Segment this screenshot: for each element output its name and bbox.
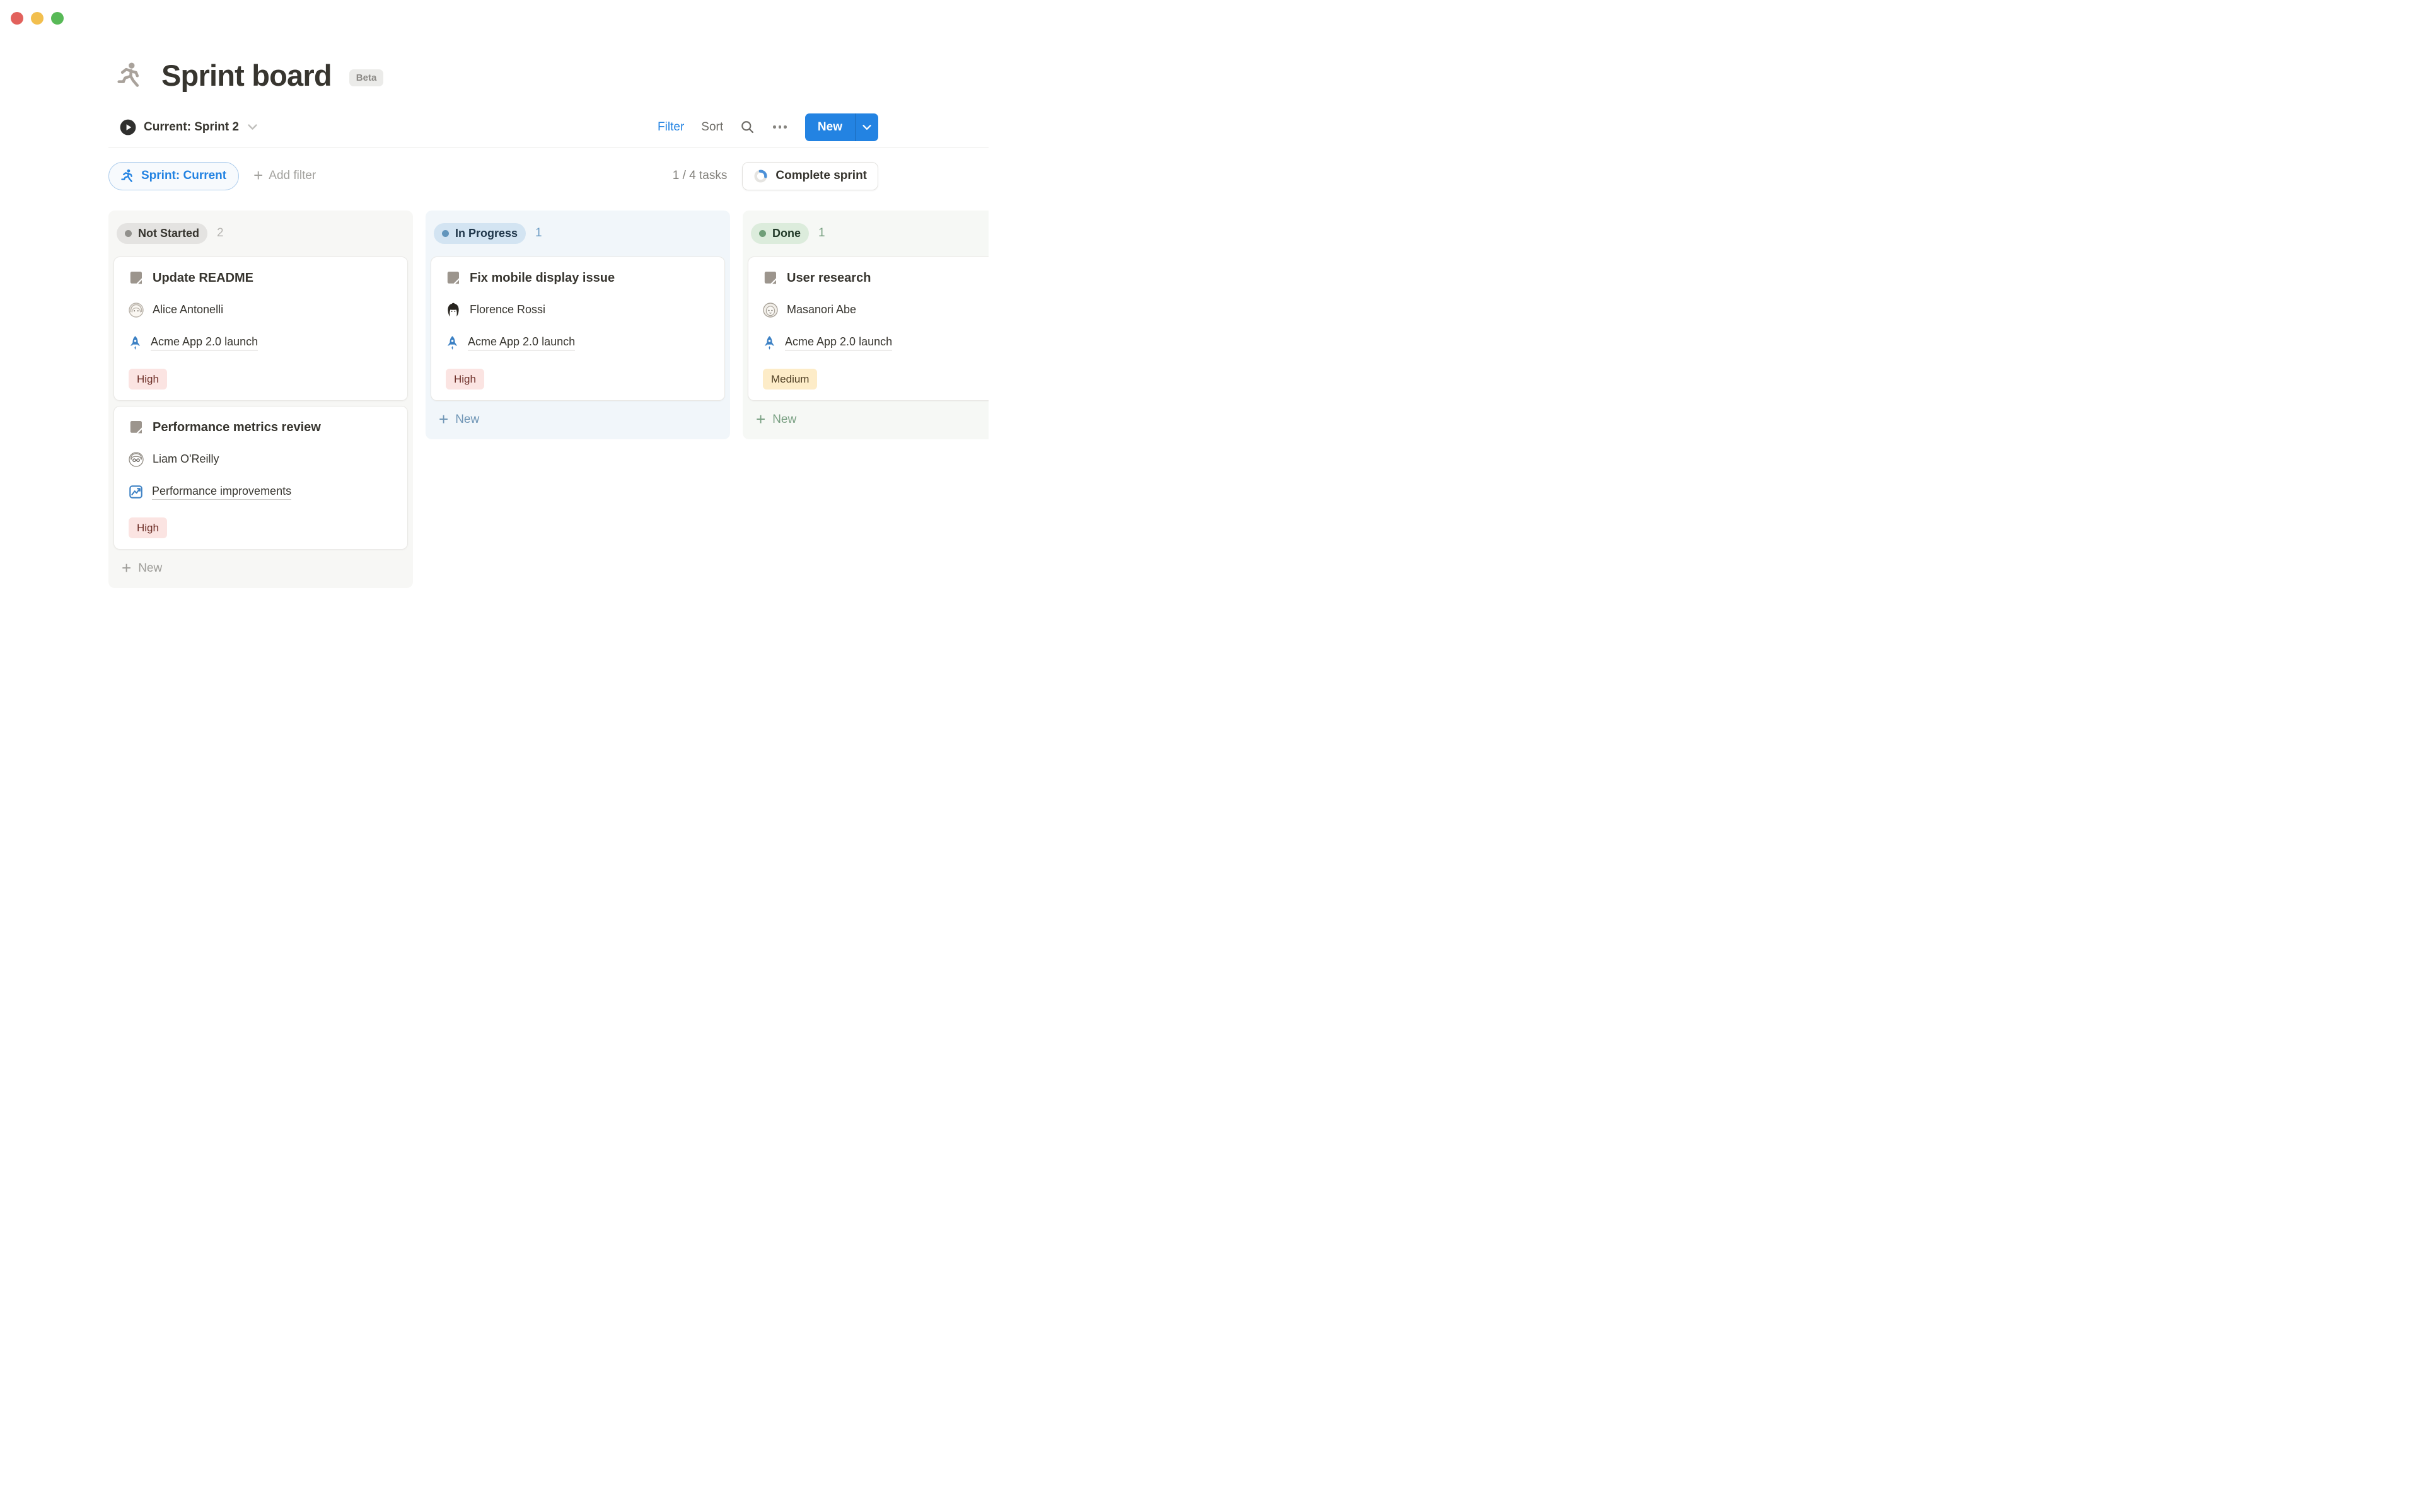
assignee-name: Masanori Abe xyxy=(787,303,856,316)
avatar xyxy=(129,303,144,318)
add-filter-button[interactable]: + Add filter xyxy=(253,169,316,183)
running-person-icon xyxy=(117,62,144,89)
column-header: Done 1 xyxy=(751,223,989,244)
plus-icon: + xyxy=(756,413,765,425)
status-dot xyxy=(125,230,132,237)
priority-tag: High xyxy=(129,517,167,538)
play-icon xyxy=(120,119,136,136)
assignee-name: Liam O'Reilly xyxy=(153,453,219,466)
page-title[interactable]: Sprint board xyxy=(161,59,332,92)
chevron-down-icon xyxy=(248,124,257,130)
new-task-button[interactable]: New xyxy=(805,113,878,141)
task-card[interactable]: Fix mobile display issue Florence Rossi … xyxy=(431,257,725,401)
rocket-icon xyxy=(129,335,142,351)
project-link[interactable]: Acme App 2.0 launch xyxy=(785,335,892,350)
task-title: Fix mobile display issue xyxy=(470,270,615,286)
sort-button[interactable]: Sort xyxy=(701,120,723,134)
add-card-button[interactable]: + New xyxy=(439,413,725,427)
avatar xyxy=(446,303,461,318)
plus-icon: + xyxy=(439,413,448,425)
sprint-board-page: Sprint board Beta Current: Sprint 2 Filt… xyxy=(108,0,989,588)
task-title: Performance metrics review xyxy=(153,419,321,436)
task-title: User research xyxy=(787,270,871,286)
kanban-board: Not Started 2 Update README Alice Antone… xyxy=(108,211,989,588)
plus-icon: + xyxy=(253,169,263,182)
priority-tag: Medium xyxy=(763,369,817,390)
page-icon xyxy=(446,270,461,286)
board-column-not-started: Not Started 2 Update README Alice Antone… xyxy=(108,211,413,588)
page-icon xyxy=(129,420,144,435)
toolbar-divider xyxy=(108,147,989,148)
add-card-label: New xyxy=(772,413,796,427)
assignee-name: Florence Rossi xyxy=(470,303,545,316)
sprint-view-selector[interactable]: Current: Sprint 2 xyxy=(120,119,257,136)
status-label: In Progress xyxy=(455,227,518,240)
column-header: In Progress 1 xyxy=(434,223,725,244)
assignee-name: Alice Antonelli xyxy=(153,303,223,316)
fullscreen-window-button[interactable] xyxy=(51,12,64,25)
project-link[interactable]: Acme App 2.0 launch xyxy=(468,335,575,350)
running-person-icon xyxy=(121,169,135,183)
new-task-dropdown-button[interactable] xyxy=(855,113,878,141)
rocket-icon xyxy=(763,335,776,351)
minimize-window-button[interactable] xyxy=(31,12,44,25)
task-card[interactable]: Performance metrics review Liam O'Reilly… xyxy=(113,406,408,550)
avatar xyxy=(763,303,778,318)
status-dot xyxy=(442,230,449,237)
sprint-filter-label: Sprint: Current xyxy=(141,169,226,183)
chevron-down-icon xyxy=(862,125,871,130)
search-icon[interactable] xyxy=(740,120,755,134)
column-count: 1 xyxy=(535,226,542,240)
task-card[interactable]: Update README Alice Antonelli Acme App 2… xyxy=(113,257,408,401)
page-icon xyxy=(129,270,144,286)
chart-increasing-icon xyxy=(129,485,143,499)
column-count: 2 xyxy=(217,226,224,240)
task-card[interactable]: User research Masanori Abe Acme App 2.0 … xyxy=(748,257,989,401)
beta-badge: Beta xyxy=(349,69,384,86)
status-label: Done xyxy=(772,227,801,240)
filter-bar: Sprint: Current + Add filter 1 / 4 tasks… xyxy=(108,162,989,190)
add-card-label: New xyxy=(455,413,479,427)
rocket-icon xyxy=(446,335,459,351)
column-count: 1 xyxy=(818,226,825,240)
complete-sprint-label: Complete sprint xyxy=(775,169,867,183)
column-header: Not Started 2 xyxy=(117,223,408,244)
tasks-progress-label: 1 / 4 tasks xyxy=(673,169,728,183)
status-pill-in-progress[interactable]: In Progress xyxy=(434,223,526,244)
add-filter-label: Add filter xyxy=(269,169,316,183)
task-title: Update README xyxy=(153,270,253,286)
status-label: Not Started xyxy=(138,227,199,240)
close-window-button[interactable] xyxy=(11,12,23,25)
project-link[interactable]: Acme App 2.0 launch xyxy=(151,335,258,350)
status-dot xyxy=(759,230,766,237)
new-task-label[interactable]: New xyxy=(805,113,855,141)
sprint-progress-ring-icon xyxy=(753,169,768,183)
project-link[interactable]: Performance improvements xyxy=(152,485,291,500)
sprint-filter-chip[interactable]: Sprint: Current xyxy=(108,162,239,190)
board-column-in-progress: In Progress 1 Fix mobile display issue F… xyxy=(426,211,730,439)
page-header: Sprint board Beta xyxy=(108,0,989,92)
avatar xyxy=(129,452,144,467)
filter-button[interactable]: Filter xyxy=(658,120,684,134)
plus-icon: + xyxy=(122,562,131,574)
priority-tag: High xyxy=(446,369,484,390)
sprint-view-label: Current: Sprint 2 xyxy=(144,120,239,134)
status-pill-not-started[interactable]: Not Started xyxy=(117,223,207,244)
status-pill-done[interactable]: Done xyxy=(751,223,809,244)
board-toolbar: Current: Sprint 2 Filter Sort New xyxy=(108,113,989,142)
page-icon xyxy=(763,270,778,286)
board-column-done: Done 1 User research Masanori Abe xyxy=(743,211,989,439)
priority-tag: High xyxy=(129,369,167,390)
add-card-button[interactable]: + New xyxy=(756,413,989,427)
window-controls xyxy=(11,12,64,25)
complete-sprint-button[interactable]: Complete sprint xyxy=(742,162,878,190)
add-card-button[interactable]: + New xyxy=(122,562,408,575)
add-card-label: New xyxy=(138,562,162,575)
more-options-icon[interactable] xyxy=(772,125,788,129)
toolbar-actions: Filter Sort New xyxy=(658,113,878,141)
